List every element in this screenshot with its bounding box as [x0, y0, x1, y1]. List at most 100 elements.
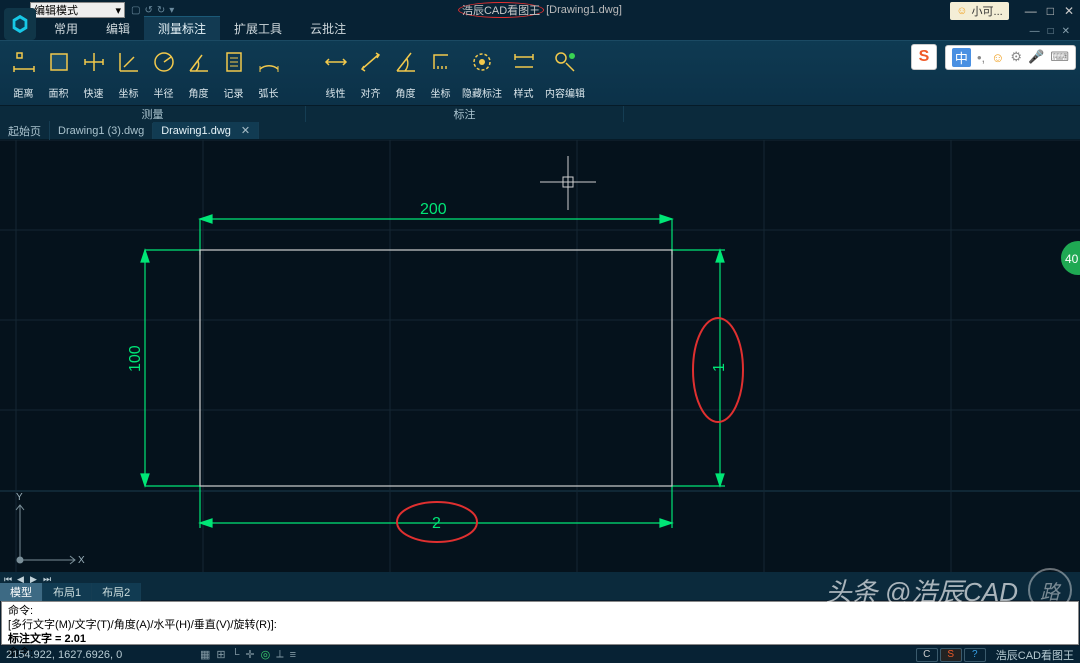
rbtn-align[interactable]: 对齐: [353, 43, 388, 103]
watermark: 头条 @浩辰CAD 路: [825, 568, 1072, 612]
ime-emoji-icon[interactable]: ☺: [991, 50, 1004, 65]
tab-extensions[interactable]: 扩展工具: [220, 17, 296, 40]
doc-minimize-button[interactable]: —: [1030, 26, 1040, 37]
app-title: 浩辰CAD看图王: [462, 2, 540, 18]
rbtn-style[interactable]: 样式: [506, 43, 541, 103]
rbtn-area[interactable]: 面积: [41, 43, 76, 103]
radius-icon: [151, 46, 177, 78]
dimension-left[interactable]: [141, 250, 200, 486]
rbtn-arc[interactable]: 弧长: [251, 43, 286, 103]
angle-dim-icon: [393, 46, 419, 78]
layout-tab-model[interactable]: 模型: [0, 583, 43, 601]
doc-maximize-button[interactable]: □: [1048, 26, 1054, 37]
qat-undo-icon[interactable]: ↺: [144, 5, 152, 16]
rbtn-angle-m[interactable]: 角度: [181, 43, 216, 103]
qat-dropdown-icon[interactable]: ▾: [169, 5, 174, 16]
doc-tab-label: 起始页: [8, 123, 41, 139]
rectangle-object[interactable]: [200, 250, 672, 486]
chevron-down-icon: ▾: [115, 4, 121, 17]
cmd-line3: 标注文字 = 2.01: [8, 633, 86, 645]
rbtn-angle-a[interactable]: 角度: [388, 43, 423, 103]
rbtn-label: 面积: [49, 85, 69, 100]
doc-tab-drawing1[interactable]: Drawing1.dwg ✕: [153, 122, 259, 139]
app-logo[interactable]: [4, 8, 36, 40]
layout-tab-layout1[interactable]: 布局1: [43, 583, 92, 601]
tray-q[interactable]: ?: [964, 648, 986, 662]
nav-prev-icon[interactable]: ◀: [17, 574, 27, 582]
rbtn-content-edit[interactable]: 内容编辑: [541, 43, 589, 103]
close-button[interactable]: ✕: [1064, 4, 1074, 18]
doc-close-button[interactable]: ✕: [1062, 26, 1070, 37]
rbtn-label: 快速: [84, 85, 104, 100]
distance-icon: [11, 46, 37, 78]
tab-edit[interactable]: 编辑: [92, 17, 144, 40]
ime-mic-icon[interactable]: 🎤: [1028, 49, 1044, 65]
ribbon-group-annotate: 线性 对齐 角度 坐标 隐藏标注 样式 内容编辑: [312, 41, 595, 105]
coordinate-icon: [116, 46, 142, 78]
ime-punct-icon[interactable]: •,: [977, 50, 985, 65]
tray-s[interactable]: S: [940, 648, 962, 662]
ime-keyboard-icon[interactable]: ⌨: [1050, 49, 1069, 65]
rbtn-radius[interactable]: 半径: [146, 43, 181, 103]
rbtn-distance[interactable]: 距离: [6, 43, 41, 103]
rbtn-hide-dim[interactable]: 隐藏标注: [458, 43, 506, 103]
content-edit-icon: [552, 46, 578, 78]
dimension-bottom-text: 2: [432, 515, 441, 532]
doc-tab-drawing1-copy[interactable]: Drawing1 (3).dwg: [50, 123, 153, 139]
doc-tab-start[interactable]: 起始页: [0, 121, 50, 141]
tab-common[interactable]: 常用: [40, 17, 92, 40]
minimize-button[interactable]: —: [1025, 4, 1037, 18]
hide-dim-icon: [469, 46, 495, 78]
snap-toggle[interactable]: ▦: [200, 648, 210, 661]
rbtn-label: 弧长: [259, 85, 279, 100]
ordinate-dim-icon: [428, 46, 454, 78]
rbtn-label: 坐标: [431, 85, 451, 100]
ime-toolbar[interactable]: 中 •, ☺ ⚙ 🎤 ⌨: [945, 45, 1076, 70]
ime-lang[interactable]: 中: [952, 48, 971, 67]
ribbon-tabs: 常用 编辑 测量标注 扩展工具 云批注: [0, 20, 1080, 40]
qat-redo-icon[interactable]: ↻: [157, 5, 165, 16]
dimension-top[interactable]: [200, 215, 672, 255]
osnap-toggle[interactable]: ◎: [261, 648, 271, 661]
rbtn-label: 样式: [514, 85, 534, 100]
maximize-button[interactable]: □: [1047, 4, 1054, 18]
nav-next-icon[interactable]: ▶: [30, 574, 40, 582]
polar-toggle[interactable]: ✛: [245, 648, 254, 661]
status-toggles: ▦ ⊞ └ ✛ ◎ ⟂ ≡: [200, 648, 296, 661]
layout-tab-layout2[interactable]: 布局2: [92, 583, 141, 601]
app-title-highlight: 浩辰CAD看图王: [458, 2, 544, 18]
tray-c[interactable]: C: [916, 648, 938, 662]
rbtn-label: 角度: [396, 85, 416, 100]
mode-selector[interactable]: 编辑模式 ▾: [30, 2, 125, 18]
tab-measure-annotate[interactable]: 测量标注: [144, 16, 220, 40]
tab-close-icon[interactable]: ✕: [241, 124, 250, 137]
ortho-toggle[interactable]: └: [232, 649, 240, 661]
drawing-canvas[interactable]: 200 100 1 2 X Y 40: [0, 140, 1080, 572]
doc-tab-label: Drawing1.dwg: [161, 125, 231, 137]
rbtn-coord-a[interactable]: 坐标: [423, 43, 458, 103]
record-icon: [221, 46, 247, 78]
rbtn-record[interactable]: 记录: [216, 43, 251, 103]
sogou-ime-logo[interactable]: S: [911, 44, 937, 70]
grid-toggle[interactable]: ⊞: [216, 648, 225, 661]
ime-gear-icon[interactable]: ⚙: [1010, 49, 1022, 65]
qat-save-icon[interactable]: ▢: [131, 5, 140, 16]
user-name: 小可...: [972, 3, 1003, 19]
nav-last-icon[interactable]: ⏭: [43, 574, 53, 582]
document-tabs: 起始页 Drawing1 (3).dwg Drawing1.dwg ✕: [0, 122, 1080, 140]
group-label-annotate: 标注: [306, 106, 624, 122]
nav-first-icon[interactable]: ⏮: [4, 574, 14, 582]
status-app-name: 浩辰CAD看图王: [996, 647, 1074, 663]
rbtn-linear[interactable]: 线性: [318, 43, 353, 103]
otrack-toggle[interactable]: ⟂: [276, 648, 283, 661]
right-badge[interactable]: 40: [1061, 241, 1080, 275]
tab-cloud-markup[interactable]: 云批注: [296, 17, 360, 40]
quick-access-toolbar[interactable]: ▢ ↺ ↻ ▾: [131, 5, 174, 16]
rbtn-fast[interactable]: 快速: [76, 43, 111, 103]
rbtn-coord[interactable]: 坐标: [111, 43, 146, 103]
user-badge[interactable]: ☺ 小可...: [950, 2, 1008, 20]
cmd-line1: 命令:: [8, 605, 33, 617]
lineweight-toggle[interactable]: ≡: [290, 649, 296, 661]
rbtn-label: 距离: [14, 85, 34, 100]
status-bar: 2154.922, 1627.6926, 0 ▦ ⊞ └ ✛ ◎ ⟂ ≡ C S…: [0, 646, 1080, 663]
